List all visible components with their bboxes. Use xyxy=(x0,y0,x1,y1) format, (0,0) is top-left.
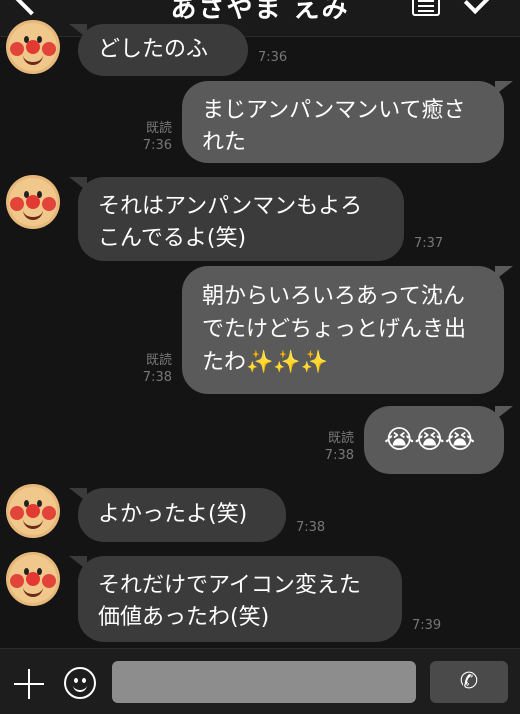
message-time: 7:39 xyxy=(412,618,442,633)
message-time: 7:38 xyxy=(324,448,354,463)
smile-mouth xyxy=(73,682,87,692)
avatar-nose xyxy=(26,195,40,209)
read-receipt: 既読 7:36 xyxy=(128,120,172,154)
read-label: 既読 xyxy=(145,121,172,136)
message-time: 7:36 xyxy=(142,138,172,153)
chat-title: あさやま えみ xyxy=(170,0,350,24)
plus-icon[interactable] xyxy=(14,669,44,699)
notes-icon[interactable] xyxy=(412,0,440,16)
message-bubble[interactable]: 朝からいろいろあって沈んでたけどちょっとげんき出たわ✨✨✨ xyxy=(182,266,513,394)
message-input[interactable] xyxy=(112,661,416,703)
read-receipt: 既読 7:38 xyxy=(128,352,172,386)
message-bubble[interactable]: それだけでアイコン変えた価値あったわ(笑) xyxy=(69,556,402,642)
avatar-nose xyxy=(26,40,40,54)
read-receipt: 既読 7:38 xyxy=(310,430,354,464)
message-time: 7:36 xyxy=(258,50,288,65)
message-bubble[interactable]: まじアンパンマンいて癒された xyxy=(182,81,513,163)
avatar-cheek xyxy=(42,42,56,56)
message-bubble[interactable]: よかったよ(笑) xyxy=(69,488,286,542)
avatar-cheek xyxy=(10,197,24,211)
message-time: 7:38 xyxy=(142,370,172,385)
avatar-cheek xyxy=(42,574,56,588)
message-time: 7:38 xyxy=(296,520,326,535)
message-bubble[interactable]: それはアンパンマンもよろこんでるよ(笑) xyxy=(69,177,404,261)
message-bubble[interactable]: 😭😭😭 xyxy=(364,406,513,474)
composer-bar: ✆ xyxy=(0,648,520,714)
avatar-cheek xyxy=(10,506,24,520)
avatar[interactable] xyxy=(6,175,60,229)
avatar-cheek xyxy=(42,506,56,520)
read-label: 既読 xyxy=(145,353,172,368)
avatar-nose xyxy=(26,504,40,518)
avatar-nose xyxy=(26,572,40,586)
avatar[interactable] xyxy=(6,484,60,538)
read-label: 既読 xyxy=(327,431,354,446)
avatar[interactable] xyxy=(6,552,60,606)
avatar-cheek xyxy=(42,197,56,211)
message-time: 7:37 xyxy=(414,236,444,251)
smile-icon[interactable] xyxy=(64,667,96,699)
message-bubble[interactable]: どしたのふ xyxy=(69,24,248,76)
phone-icon[interactable]: ✆ xyxy=(430,661,508,703)
avatar-cheek xyxy=(10,574,24,588)
avatar-cheek xyxy=(10,42,24,56)
avatar[interactable] xyxy=(6,20,60,74)
